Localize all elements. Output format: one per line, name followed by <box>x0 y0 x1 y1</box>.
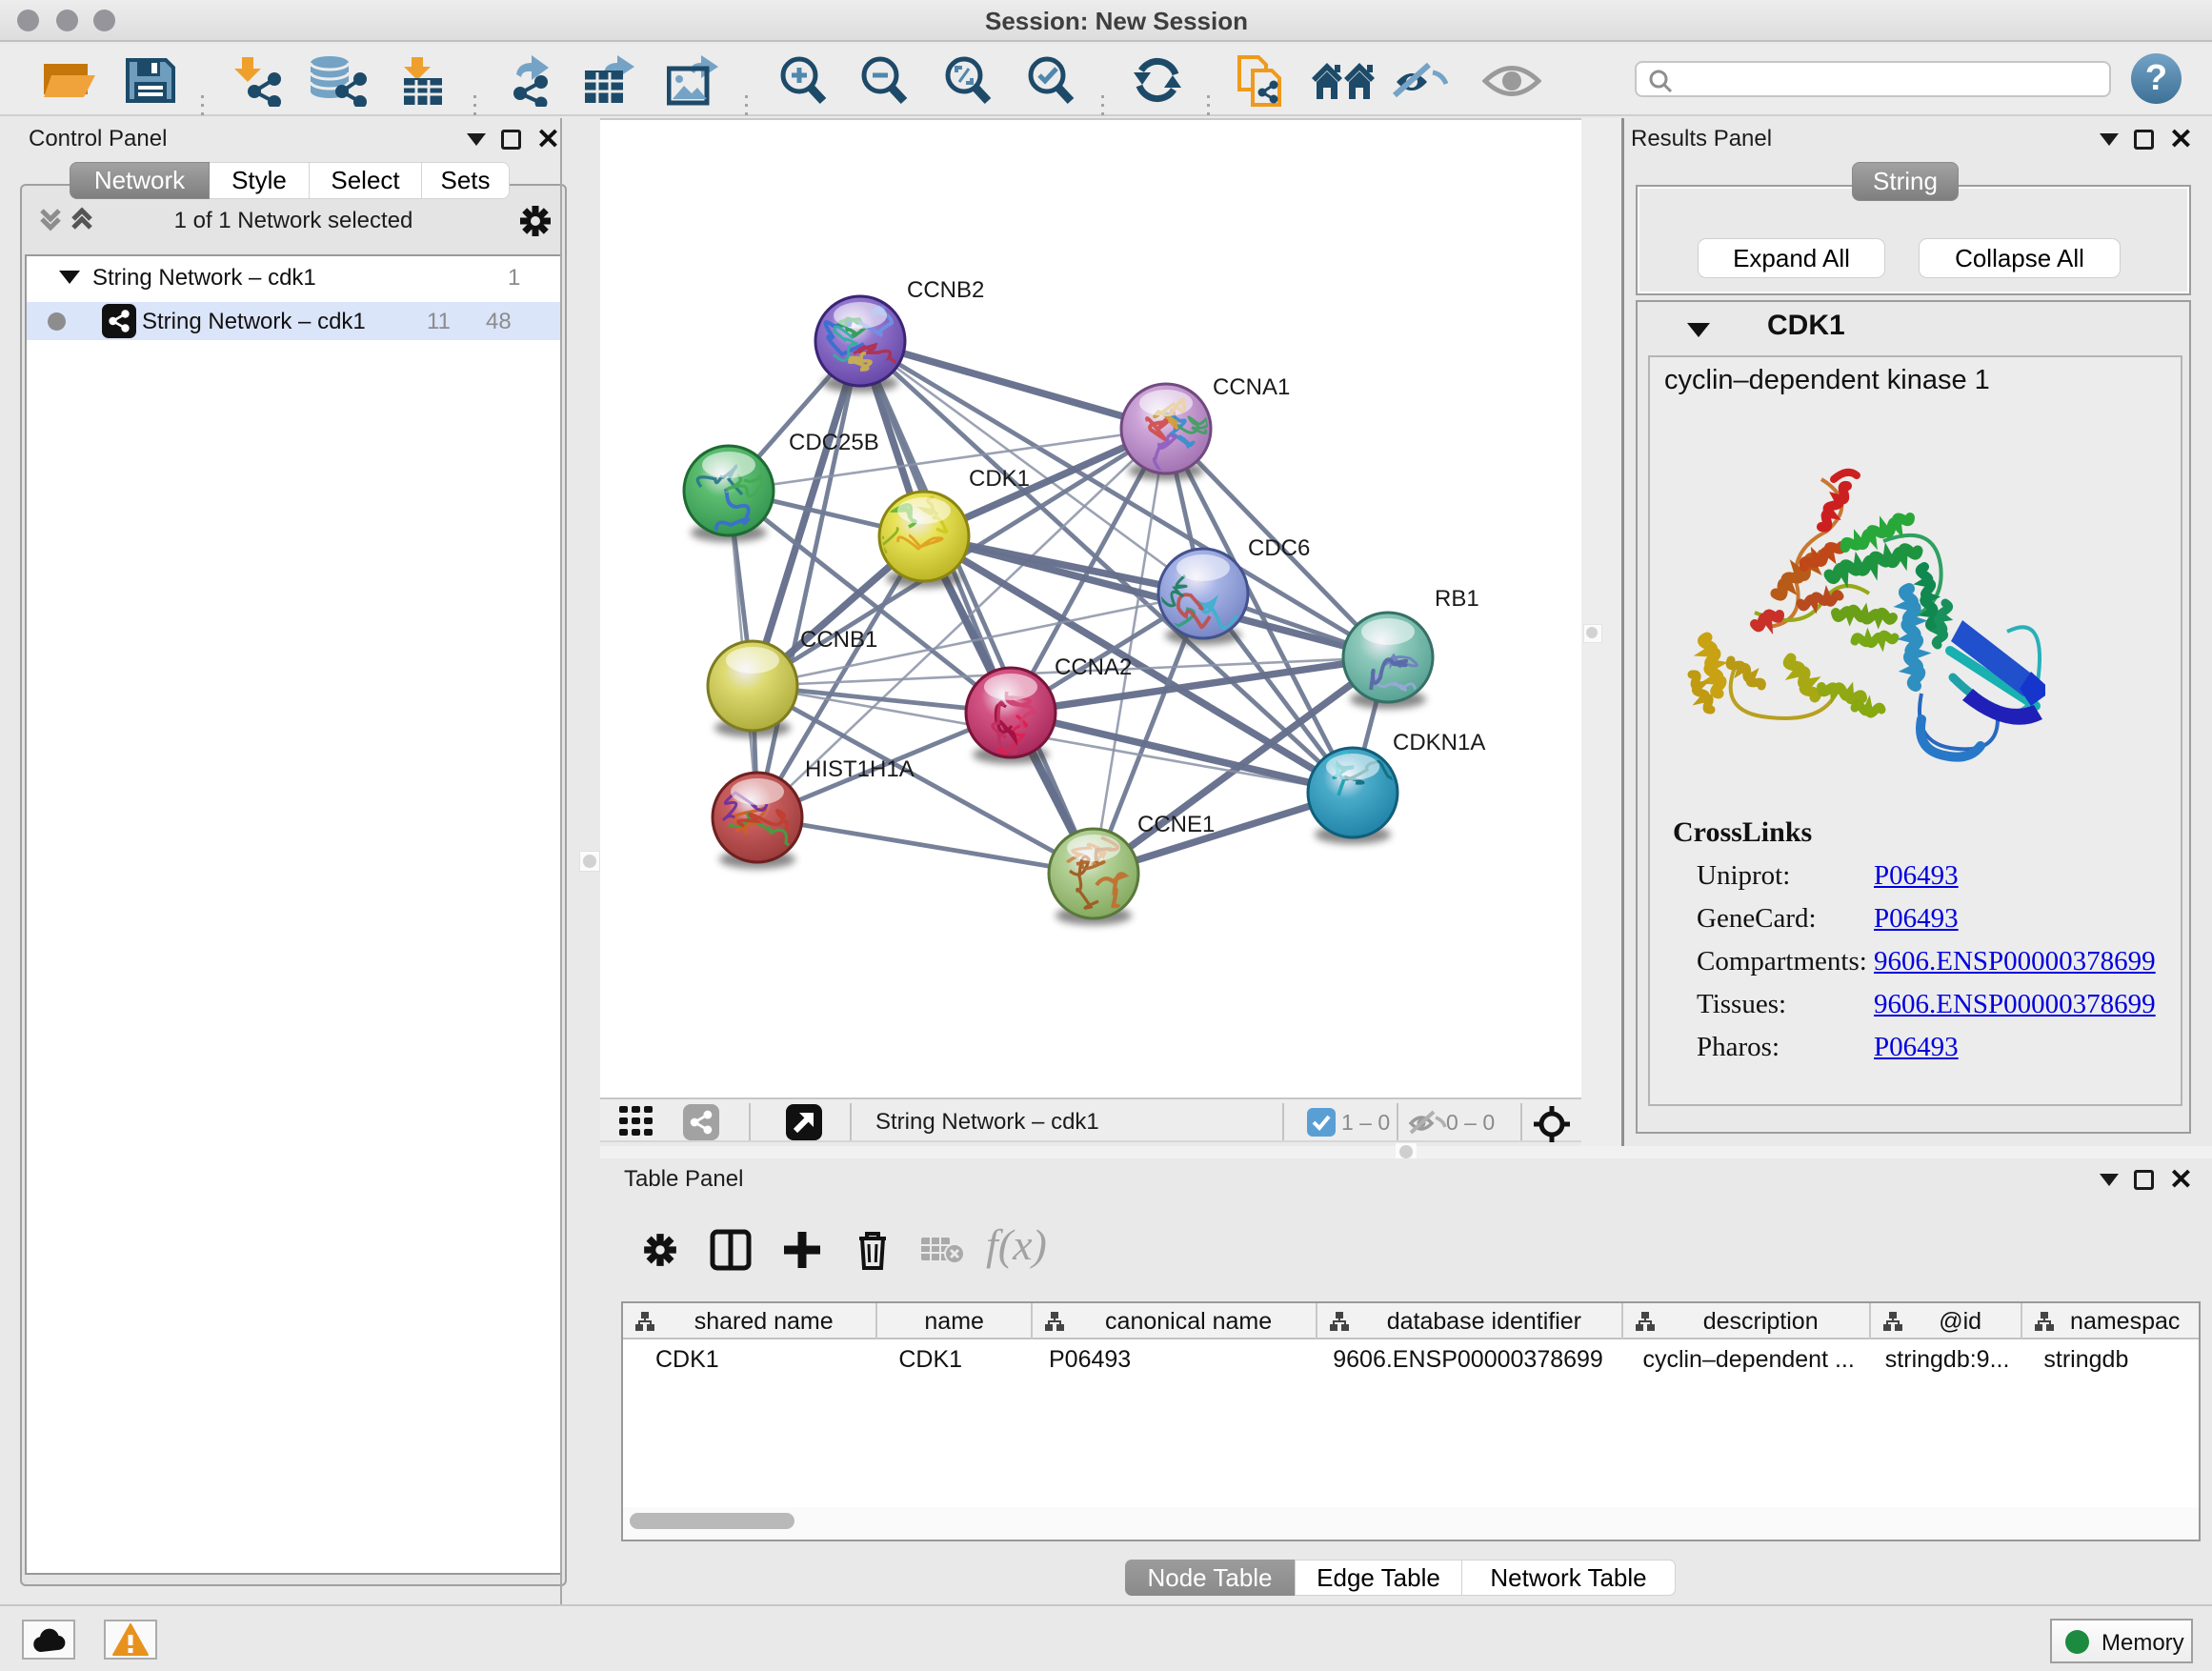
svg-text:RB1: RB1 <box>1435 586 1479 612</box>
svg-text:CDC6: CDC6 <box>1248 535 1310 561</box>
svg-text:CCNE1: CCNE1 <box>1137 812 1215 837</box>
svg-text:CCNA1: CCNA1 <box>1213 374 1290 400</box>
svg-text:CDK1: CDK1 <box>969 466 1030 492</box>
svg-text:CCNA2: CCNA2 <box>1055 654 1132 680</box>
svg-text:CCNB1: CCNB1 <box>800 627 877 653</box>
svg-text:CDC25B: CDC25B <box>789 430 879 455</box>
svg-text:HIST1H1A: HIST1H1A <box>805 756 915 782</box>
svg-text:CCNB2: CCNB2 <box>907 277 984 303</box>
svg-text:CDKN1A: CDKN1A <box>1393 730 1485 755</box>
